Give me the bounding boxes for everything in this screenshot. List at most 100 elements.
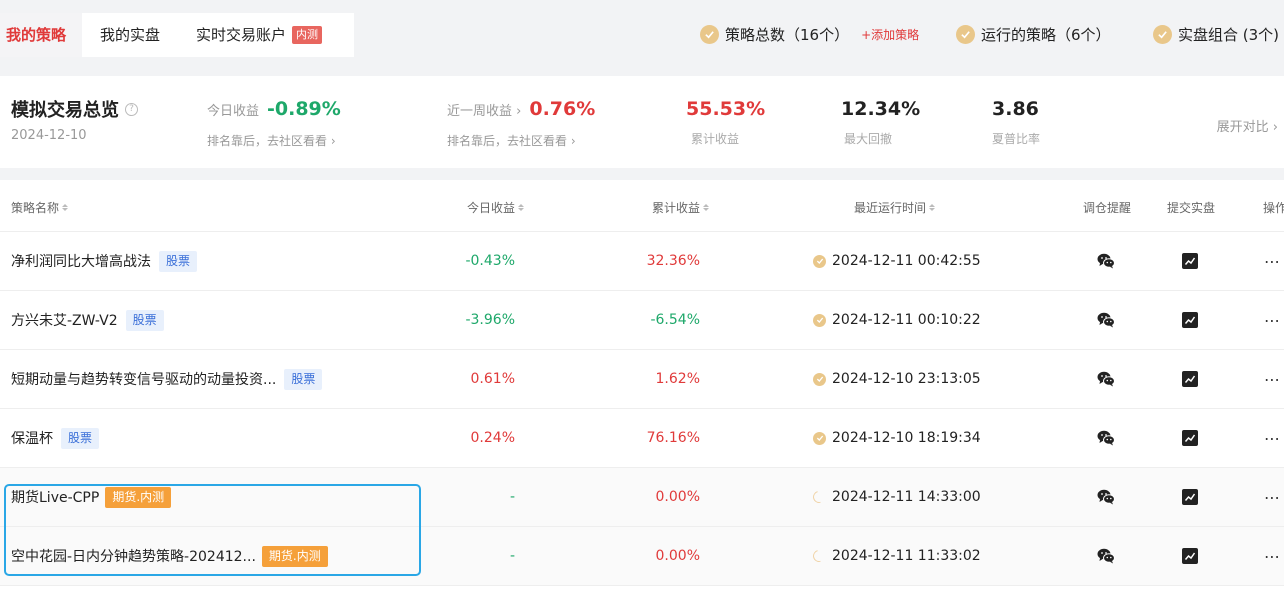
wechat-icon[interactable] <box>1096 409 1116 467</box>
strategy-type-tag: 股票 <box>125 309 164 331</box>
table-row[interactable]: 保温杯 股票 0.24% 76.16% 2024-12-10 18:19:34 ⋯ <box>0 409 1284 468</box>
strategy-name[interactable]: 空中花园-日内分钟趋势策略-202412... <box>11 546 256 566</box>
sort-icon <box>929 204 936 211</box>
more-options-icon[interactable]: ⋯ <box>1264 350 1281 408</box>
tab-realtime-account[interactable]: 实时交易账户 内测 <box>178 13 340 57</box>
table-row[interactable]: 短期动量与趋势转变信号驱动的动量投资... 股票 0.61% 1.62% 2024-12… <box>0 350 1284 409</box>
line-chart-icon[interactable] <box>1180 409 1200 467</box>
expand-compare-link[interactable]: 展开对比 › <box>1217 116 1278 135</box>
cumulative-return: -6.54% <box>650 312 700 328</box>
strategy-name-cell[interactable]: 短期动量与趋势转变信号驱动的动量投资... 股票 <box>11 350 323 408</box>
today-return: -0.43% <box>465 253 515 269</box>
check-circle-icon <box>700 25 719 44</box>
strategy-type-tag: 股票 <box>284 368 323 390</box>
check-circle-icon <box>813 254 826 268</box>
overview-title: 模拟交易总览 ? <box>11 96 138 122</box>
header-name[interactable]: 策略名称 <box>11 199 69 216</box>
more-options-icon[interactable]: ⋯ <box>1264 468 1281 526</box>
strategy-name-cell[interactable]: 保温杯 股票 <box>11 409 100 467</box>
cumulative-return: 76.16% <box>646 430 700 446</box>
tab-my-strategies[interactable]: 我的策略 <box>0 13 83 57</box>
strategy-name-cell[interactable]: 方兴未艾-ZW-V2 股票 <box>11 291 164 349</box>
header-submit: 提交实盘 <box>1167 201 1216 215</box>
table-row[interactable]: 期货Live-CPP 期货.内测 - 0.00% 2024-12-11 14:33:00… <box>0 468 1284 527</box>
check-circle-icon <box>1153 25 1172 44</box>
max-drawdown-value: 12.34% <box>841 98 921 120</box>
cumulative-return: 1.62% <box>655 371 700 387</box>
table-row[interactable]: 净利润同比大增高战法 股票 -0.43% 32.36% 2024-12-11 00:42… <box>0 232 1284 291</box>
wechat-icon[interactable] <box>1096 291 1116 349</box>
strategy-type-tag: 期货.内测 <box>105 486 172 508</box>
strategy-name-cell[interactable]: 净利润同比大增高战法 股票 <box>11 232 198 290</box>
top-bar: 我的策略 我的实盘 实时交易账户 内测 策略总数（16个） +添加策略 运行的策略… <box>0 0 1284 72</box>
strategy-name[interactable]: 净利润同比大增高战法 <box>11 251 151 271</box>
today-return: - <box>509 548 515 564</box>
more-options-icon[interactable]: ⋯ <box>1264 291 1281 349</box>
strategy-tabs: 我的策略 我的实盘 实时交易账户 内测 <box>0 13 355 57</box>
more-options-icon[interactable]: ⋯ <box>1264 409 1281 467</box>
line-chart-icon[interactable] <box>1180 468 1200 526</box>
overview-date: 2024-12-10 <box>11 128 87 143</box>
wechat-icon[interactable] <box>1096 232 1116 290</box>
header-remind: 调仓提醒 <box>1083 201 1132 215</box>
header-ops: 操作 <box>1263 201 1284 215</box>
cumulative-return: 0.00% <box>655 548 700 564</box>
strategy-total-stat: 策略总数（16个） +添加策略 <box>700 24 919 45</box>
week-return-metric: 近一周收益 › 0.76% <box>447 98 596 120</box>
today-return: -3.96% <box>465 312 515 328</box>
week-community-link[interactable]: 排名靠后，去社区看看 › <box>447 132 576 149</box>
strategy-name-cell[interactable]: 空中花园-日内分钟趋势策略-202412... 期货.内测 <box>11 527 328 585</box>
today-community-link[interactable]: 排名靠后，去社区看看 › <box>207 132 336 149</box>
table-header: 策略名称 今日收益 累计收益 最近运行时间 调仓提醒 提交实盘 操作 <box>0 180 1284 232</box>
last-run-time: 2024-12-11 14:33:00 <box>810 468 981 526</box>
strategy-name[interactable]: 方兴未艾-ZW-V2 <box>11 310 118 330</box>
help-icon[interactable]: ? <box>125 102 138 116</box>
sort-icon <box>62 204 69 211</box>
today-return: 0.61% <box>470 371 515 387</box>
wechat-icon[interactable] <box>1096 527 1116 585</box>
more-options-icon[interactable]: ⋯ <box>1264 527 1281 585</box>
add-strategy-link[interactable]: +添加策略 <box>861 26 919 43</box>
table-row[interactable]: 方兴未艾-ZW-V2 股票 -3.96% -6.54% 2024-12-11 00:10… <box>0 291 1284 350</box>
sort-icon <box>518 204 525 211</box>
wechat-icon[interactable] <box>1096 350 1116 408</box>
strategy-type-tag: 期货.内测 <box>261 545 328 567</box>
check-circle-icon <box>956 25 975 44</box>
tab-my-live[interactable]: 我的实盘 <box>82 13 178 57</box>
loading-icon <box>810 488 828 506</box>
last-run-time: 2024-12-11 00:42:55 <box>813 232 981 290</box>
cumulative-return-value: 55.53% <box>686 98 766 120</box>
header-cumulative[interactable]: 累计收益 <box>652 199 710 216</box>
today-return: - <box>509 489 515 505</box>
check-circle-icon <box>813 313 826 327</box>
cumulative-return: 32.36% <box>646 253 700 269</box>
max-drawdown-label: 最大回撤 <box>844 132 893 146</box>
last-run-time: 2024-12-11 00:10:22 <box>813 291 981 349</box>
header-today[interactable]: 今日收益 <box>467 199 525 216</box>
line-chart-icon[interactable] <box>1180 291 1200 349</box>
table-row[interactable]: 空中花园-日内分钟趋势策略-202412... 期货.内测 - 0.00% 2024-1… <box>0 527 1284 586</box>
strategy-name[interactable]: 期货Live-CPP <box>11 487 99 507</box>
wechat-icon[interactable] <box>1096 468 1116 526</box>
check-circle-icon <box>813 372 826 386</box>
beta-badge: 内测 <box>292 26 323 44</box>
strategy-name[interactable]: 短期动量与趋势转变信号驱动的动量投资... <box>11 369 276 389</box>
strategy-name-cell[interactable]: 期货Live-CPP 期货.内测 <box>11 468 172 526</box>
portfolio-stat[interactable]: 实盘组合 (3个) <box>1153 24 1279 45</box>
more-options-icon[interactable]: ⋯ <box>1264 232 1281 290</box>
last-run-time: 2024-12-10 23:13:05 <box>813 350 981 408</box>
header-time[interactable]: 最近运行时间 <box>854 199 936 216</box>
line-chart-icon[interactable] <box>1180 527 1200 585</box>
sharpe-ratio-label: 夏普比率 <box>992 132 1041 146</box>
line-chart-icon[interactable] <box>1180 350 1200 408</box>
today-return-metric: 今日收益 -0.89% <box>207 98 341 120</box>
last-run-time: 2024-12-10 18:19:34 <box>813 409 981 467</box>
running-strategy-stat[interactable]: 运行的策略（6个） <box>956 24 1111 45</box>
strategy-name[interactable]: 保温杯 <box>11 428 53 448</box>
cumulative-return: 0.00% <box>655 489 700 505</box>
strategy-type-tag: 股票 <box>159 250 198 272</box>
strategy-table: 策略名称 今日收益 累计收益 最近运行时间 调仓提醒 提交实盘 操作 净利润同比… <box>0 180 1284 594</box>
line-chart-icon[interactable] <box>1180 232 1200 290</box>
loading-icon <box>810 547 828 565</box>
sharpe-ratio-value: 3.86 <box>992 98 1039 120</box>
